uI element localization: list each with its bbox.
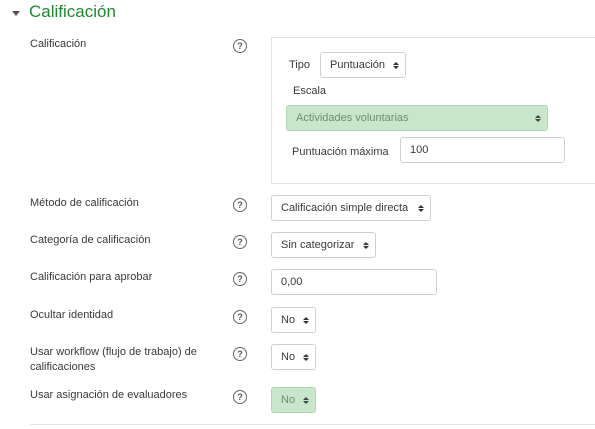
max-grade-label: Puntuación máxima bbox=[292, 146, 389, 158]
select-arrows-icon bbox=[303, 396, 309, 404]
grade-label: Calificación bbox=[30, 38, 87, 50]
grade-category-select[interactable]: Sin categorizar bbox=[271, 232, 376, 258]
section-divider bbox=[30, 424, 595, 425]
marker-allocation-label: Usar asignación de evaluadores bbox=[30, 389, 188, 401]
help-icon[interactable]: ? bbox=[233, 272, 247, 286]
grading-method-value: Calificación simple directa bbox=[281, 202, 409, 214]
hide-identity-label: Ocultar identidad bbox=[30, 309, 114, 321]
help-icon[interactable]: ? bbox=[233, 235, 247, 249]
grade-to-pass-input[interactable]: 0,00 bbox=[271, 269, 437, 295]
scale-label: Escala bbox=[293, 85, 327, 97]
hide-identity-value: No bbox=[281, 314, 296, 326]
grade-category-label: Categoría de calificación bbox=[30, 234, 151, 246]
grade-type-select[interactable]: Puntuación bbox=[320, 52, 406, 78]
select-arrows-icon bbox=[418, 204, 424, 212]
marker-allocation-select[interactable]: No bbox=[271, 387, 316, 413]
help-icon[interactable]: ? bbox=[233, 198, 247, 212]
max-grade-input[interactable]: 100 bbox=[400, 137, 565, 163]
scale-select[interactable]: Actividades voluntarias bbox=[286, 105, 548, 131]
grade-to-pass-value: 0,00 bbox=[281, 276, 303, 288]
scale-value: Actividades voluntarias bbox=[296, 112, 409, 124]
marking-workflow-value: No bbox=[281, 351, 296, 363]
marker-allocation-value: No bbox=[281, 394, 296, 406]
help-icon[interactable]: ? bbox=[233, 347, 247, 361]
help-icon[interactable]: ? bbox=[233, 310, 247, 324]
select-arrows-icon bbox=[303, 316, 309, 324]
collapse-caret-icon[interactable] bbox=[12, 10, 20, 16]
section-title: Calificación bbox=[29, 2, 116, 21]
grading-method-select[interactable]: Calificación simple directa bbox=[271, 195, 431, 221]
hide-identity-select[interactable]: No bbox=[271, 307, 316, 333]
help-icon[interactable]: ? bbox=[233, 390, 247, 404]
grade-type-value: Puntuación bbox=[330, 59, 386, 71]
select-arrows-icon bbox=[393, 61, 399, 69]
grade-to-pass-label: Calificación para aprobar bbox=[30, 271, 153, 283]
section-header-calificacion[interactable]: Calificación bbox=[12, 2, 116, 22]
help-icon[interactable]: ? bbox=[233, 39, 247, 53]
max-grade-value: 100 bbox=[410, 144, 429, 156]
select-arrows-icon bbox=[303, 353, 309, 361]
select-arrows-icon bbox=[535, 114, 541, 122]
grading-method-label: Método de calificación bbox=[30, 197, 139, 209]
marking-workflow-select[interactable]: No bbox=[271, 344, 316, 370]
grade-type-label: Tipo bbox=[289, 59, 310, 71]
marking-workflow-label: Usar workflow (flujo de trabajo) de cali… bbox=[30, 346, 197, 373]
grade-category-value: Sin categorizar bbox=[281, 239, 355, 251]
select-arrows-icon bbox=[363, 241, 369, 249]
